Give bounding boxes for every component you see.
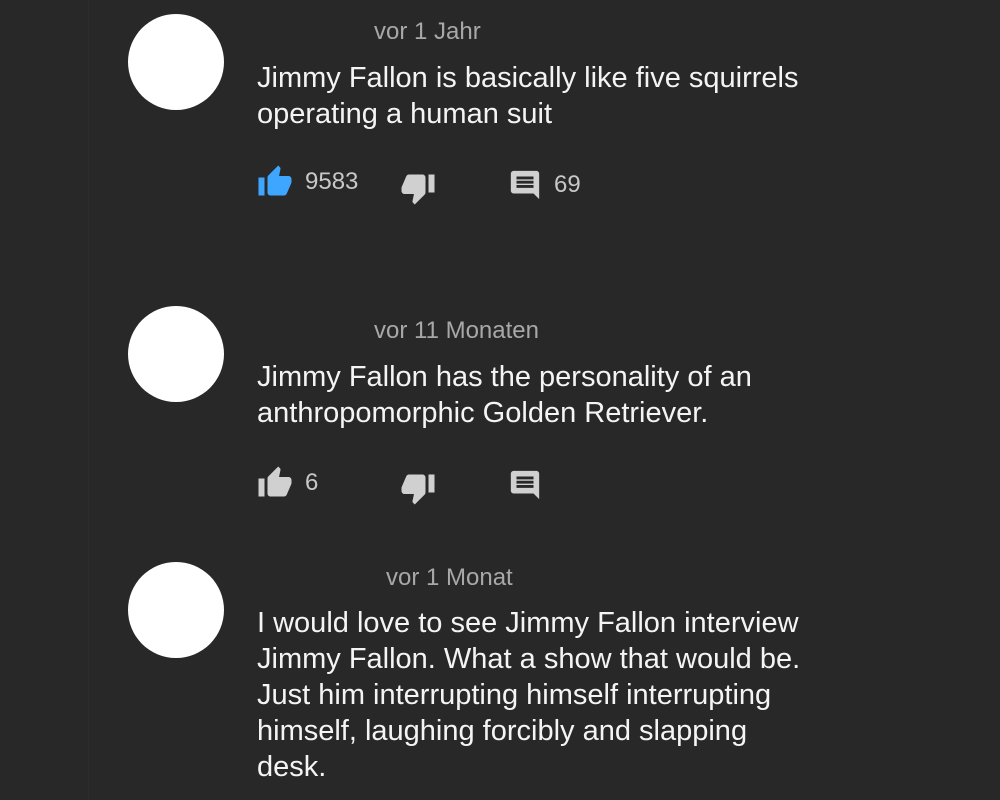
comment-text: Jimmy Fallon is basically like five squi… bbox=[257, 60, 877, 132]
comment-text: Jimmy Fallon has the personality of an a… bbox=[257, 359, 877, 431]
like-button[interactable]: 6 bbox=[257, 465, 318, 501]
comment-timestamp[interactable]: vor 1 Jahr bbox=[374, 18, 481, 46]
comment-timestamp[interactable]: vor 1 Monat bbox=[386, 564, 513, 592]
comment-text: I would love to see Jimmy Fallon intervi… bbox=[257, 605, 877, 785]
comment-icon bbox=[510, 170, 540, 200]
dislike-button[interactable] bbox=[400, 470, 436, 506]
reply-button[interactable] bbox=[508, 468, 542, 502]
comment-icon bbox=[510, 470, 540, 500]
comment-text-line: himself, laughing forcibly and slapping bbox=[257, 715, 748, 747]
comment-text-line: desk. bbox=[257, 751, 327, 783]
comment-text-line: Jimmy Fallon has the personality of an bbox=[257, 361, 752, 393]
avatar[interactable] bbox=[128, 14, 224, 110]
comment-text-line: Jimmy Fallon is basically like five squi… bbox=[257, 62, 799, 94]
thumbs-up-icon bbox=[258, 466, 292, 497]
like-count: 9583 bbox=[305, 168, 359, 195]
comment-text-line: Just him interrupting himself interrupti… bbox=[257, 679, 772, 711]
comment-timestamp[interactable]: vor 11 Monaten bbox=[374, 317, 539, 345]
thumbs-up-icon bbox=[258, 165, 292, 196]
thumbs-down-icon bbox=[401, 174, 435, 205]
comments-page: vor 1 Jahr Jimmy Fallon is basically lik… bbox=[0, 0, 1000, 800]
divider bbox=[88, 0, 89, 800]
avatar[interactable] bbox=[128, 306, 224, 402]
comment-text-line: operating a human suit bbox=[257, 98, 553, 130]
comment-text-line: I would love to see Jimmy Fallon intervi… bbox=[257, 607, 799, 639]
avatar[interactable] bbox=[128, 562, 224, 658]
dislike-button[interactable] bbox=[400, 170, 436, 206]
reply-count: 69 bbox=[554, 171, 581, 198]
comment-text-line: Jimmy Fallon. What a show that would be. bbox=[257, 643, 801, 675]
reply-button[interactable]: 69 bbox=[508, 168, 581, 202]
like-count: 6 bbox=[305, 469, 319, 496]
thumbs-down-icon bbox=[401, 474, 435, 505]
comment-text-line: anthropomorphic Golden Retriever. bbox=[257, 397, 709, 429]
like-button[interactable]: 9583 bbox=[257, 164, 358, 200]
